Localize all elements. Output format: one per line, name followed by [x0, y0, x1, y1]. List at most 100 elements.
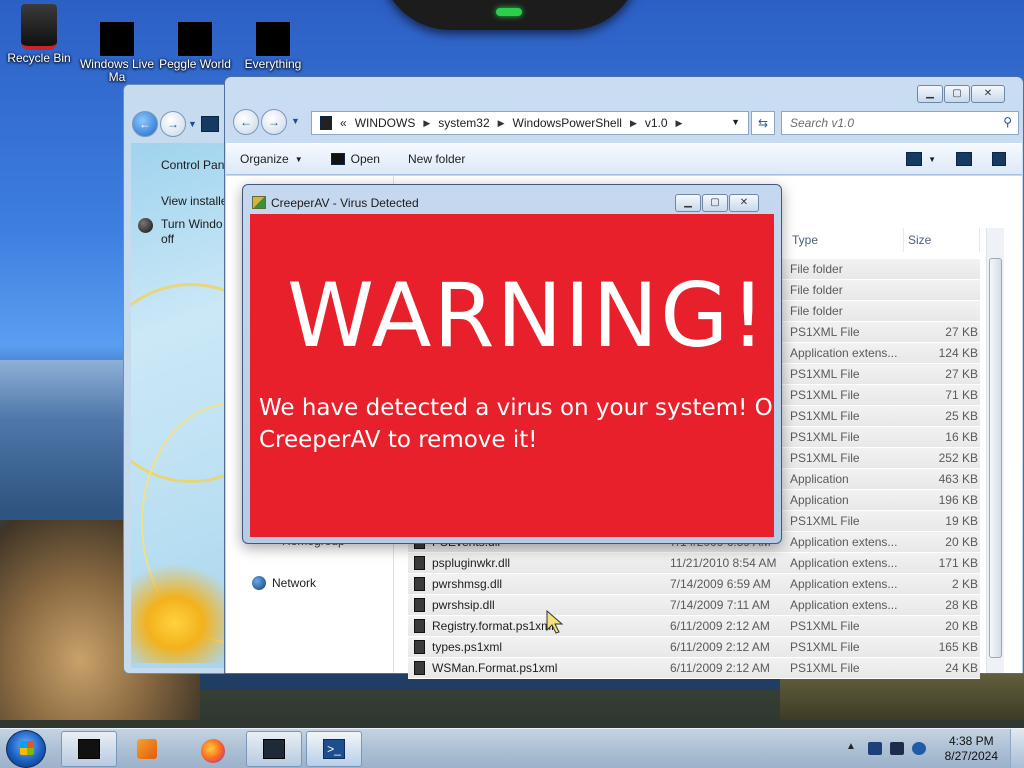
back-button[interactable]: ←	[132, 111, 158, 137]
search-icon[interactable]: ⚲	[1003, 115, 1012, 129]
close-button[interactable]: ✕	[729, 194, 759, 212]
turn-windows-features-link[interactable]: Turn Windo	[161, 217, 223, 231]
file-date: 6/11/2009 2:12 AM	[670, 640, 770, 654]
chevron-right-icon[interactable]: ▶	[676, 118, 683, 129]
explorer-icon	[78, 739, 100, 759]
breadcrumb-system32[interactable]: system32	[438, 116, 489, 130]
desktop-icon-peggle[interactable]: Peggle World	[156, 4, 234, 71]
refresh-button[interactable]: ⇆	[751, 111, 775, 135]
warning-panel[interactable]: WARNING! We have detected a virus on you…	[250, 214, 774, 537]
breadcrumb-windowspowershell[interactable]: WindowsPowerShell	[513, 116, 622, 130]
maximize-button[interactable]: ▢	[944, 85, 970, 103]
table-row[interactable]: pspluginwkr.dll 11/21/2010 8:54 AM Applica…	[408, 553, 980, 574]
back-button[interactable]: ←	[233, 109, 259, 135]
address-bar[interactable]: « WINDOWS ▶ system32 ▶ WindowsPowerShell…	[311, 111, 749, 135]
file-type: PS1XML File	[790, 451, 860, 465]
file-type: File folder	[790, 283, 843, 297]
address-dropdown-icon[interactable]: ▼	[731, 117, 740, 127]
desktop-icon-windows-live[interactable]: Windows Live Ma	[78, 4, 156, 84]
change-view-button[interactable]: ▼	[906, 152, 936, 166]
search-input[interactable]: Search v1.0 ⚲	[781, 111, 1019, 135]
taskbar-explorer-button[interactable]	[61, 731, 117, 767]
control-panel-home-link[interactable]: Control Pan	[161, 158, 224, 172]
show-hidden-icons-icon[interactable]: ▲	[846, 741, 856, 752]
creeperav-dialog[interactable]: CreeperAV - Virus Detected ▁ ▢ ✕ WARNING…	[242, 184, 782, 544]
taskbar-firefox-button[interactable]	[184, 731, 240, 767]
taskbar-window-button[interactable]	[246, 731, 302, 767]
file-icon	[414, 619, 425, 633]
preview-pane-icon[interactable]	[956, 152, 972, 166]
forward-button[interactable]: →	[160, 111, 186, 137]
chevron-right-icon[interactable]: ▶	[630, 118, 637, 129]
file-size: 19 KB	[945, 514, 978, 528]
taskbar-powershell-button[interactable]: >_	[306, 731, 362, 767]
breadcrumb-v1[interactable]: v1.0	[645, 116, 668, 130]
minimize-button[interactable]: ▁	[675, 194, 701, 212]
recent-pages-chevron-icon[interactable]: ▼	[291, 116, 300, 126]
scrollbar-thumb[interactable]	[989, 258, 1002, 658]
folder-icon	[320, 116, 332, 130]
desktop-icon-label: Everything	[244, 57, 302, 71]
warning-message: We have detected a virus on your system!…	[259, 395, 774, 453]
table-row[interactable]: Registry.format.ps1xml 6/11/2009 2:12 AM P…	[408, 616, 980, 637]
recent-pages-chevron-icon[interactable]: ▼	[188, 119, 197, 129]
close-button[interactable]: ✕	[971, 85, 1005, 103]
help-icon[interactable]	[992, 152, 1006, 166]
file-date: 11/21/2010 8:54 AM	[670, 556, 777, 570]
view-installed-updates-link[interactable]: View installe	[161, 194, 227, 208]
action-center-icon[interactable]	[868, 742, 882, 755]
forward-button[interactable]: →	[261, 109, 287, 135]
breadcrumb-overflow[interactable]: «	[340, 116, 347, 130]
mouse-cursor-icon	[546, 610, 564, 634]
taskbar: >_ ▲ 4:38 PM 8/27/2024	[0, 728, 1024, 768]
clock[interactable]: 4:38 PM 8/27/2024	[945, 734, 998, 764]
taskbar-media-player-button[interactable]	[120, 731, 176, 767]
turn-windows-features-link-cont[interactable]: off	[161, 232, 174, 246]
table-row[interactable]: pwrshmsg.dll 7/14/2009 6:59 AM Application…	[408, 574, 980, 595]
volume-icon[interactable]	[912, 742, 926, 755]
column-header-size[interactable]: Size	[906, 228, 980, 252]
chevron-right-icon[interactable]: ▶	[423, 118, 430, 129]
table-row[interactable]: types.ps1xml 6/11/2009 2:12 AM PS1XML File…	[408, 637, 980, 658]
warning-heading: WARNING!	[287, 264, 768, 367]
show-desktop-button[interactable]	[1010, 729, 1024, 768]
file-type: PS1XML File	[790, 619, 860, 633]
open-icon	[330, 153, 345, 165]
desktop-icon-recycle-bin[interactable]: Recycle Bin	[0, 4, 78, 65]
new-folder-button[interactable]: New folder	[408, 152, 465, 166]
file-name: pwrshmsg.dll	[432, 577, 503, 591]
view-controls: ▼	[906, 152, 1006, 166]
file-type: Application extens...	[790, 577, 898, 591]
file-name: types.ps1xml	[432, 640, 503, 654]
nav-item-network[interactable]: Network	[252, 576, 316, 590]
window-caption-buttons: ▁ ▢ ✕	[917, 85, 1005, 103]
peggle-icon	[178, 22, 212, 56]
file-type: Application	[790, 472, 849, 486]
file-name: WSMan.Format.ps1xml	[432, 661, 558, 675]
open-button[interactable]: Open	[330, 152, 380, 166]
vertical-scrollbar[interactable]	[986, 228, 1004, 673]
media-player-icon	[137, 739, 157, 759]
dialog-title: CreeperAV - Virus Detected	[271, 196, 419, 210]
maximize-button[interactable]: ▢	[702, 194, 728, 212]
system-tray: ▲ 4:38 PM 8/27/2024	[844, 729, 1024, 768]
network-status-icon[interactable]	[890, 742, 904, 755]
network-icon	[252, 576, 266, 590]
file-size: 25 KB	[945, 409, 978, 423]
breadcrumb-windows[interactable]: WINDOWS	[355, 116, 416, 130]
start-button[interactable]	[6, 730, 46, 768]
file-type: Application	[790, 493, 849, 507]
file-type: File folder	[790, 262, 843, 276]
column-header-type[interactable]: Type	[790, 228, 904, 252]
minimize-button[interactable]: ▁	[917, 85, 943, 103]
table-row[interactable]: pwrshsip.dll 7/14/2009 7:11 AM Application…	[408, 595, 980, 616]
file-size: 171 KB	[938, 556, 978, 570]
organize-button[interactable]: Organize ▼	[240, 152, 303, 166]
file-type: PS1XML File	[790, 640, 860, 654]
file-icon	[414, 577, 425, 591]
file-type: PS1XML File	[790, 661, 860, 675]
table-row[interactable]: WSMan.Format.ps1xml 6/11/2009 2:12 AM PS1X…	[408, 658, 980, 679]
desktop-icon-everything[interactable]: Everything	[234, 4, 312, 71]
chevron-right-icon[interactable]: ▶	[498, 118, 505, 129]
recycle-bin-icon	[21, 4, 57, 50]
